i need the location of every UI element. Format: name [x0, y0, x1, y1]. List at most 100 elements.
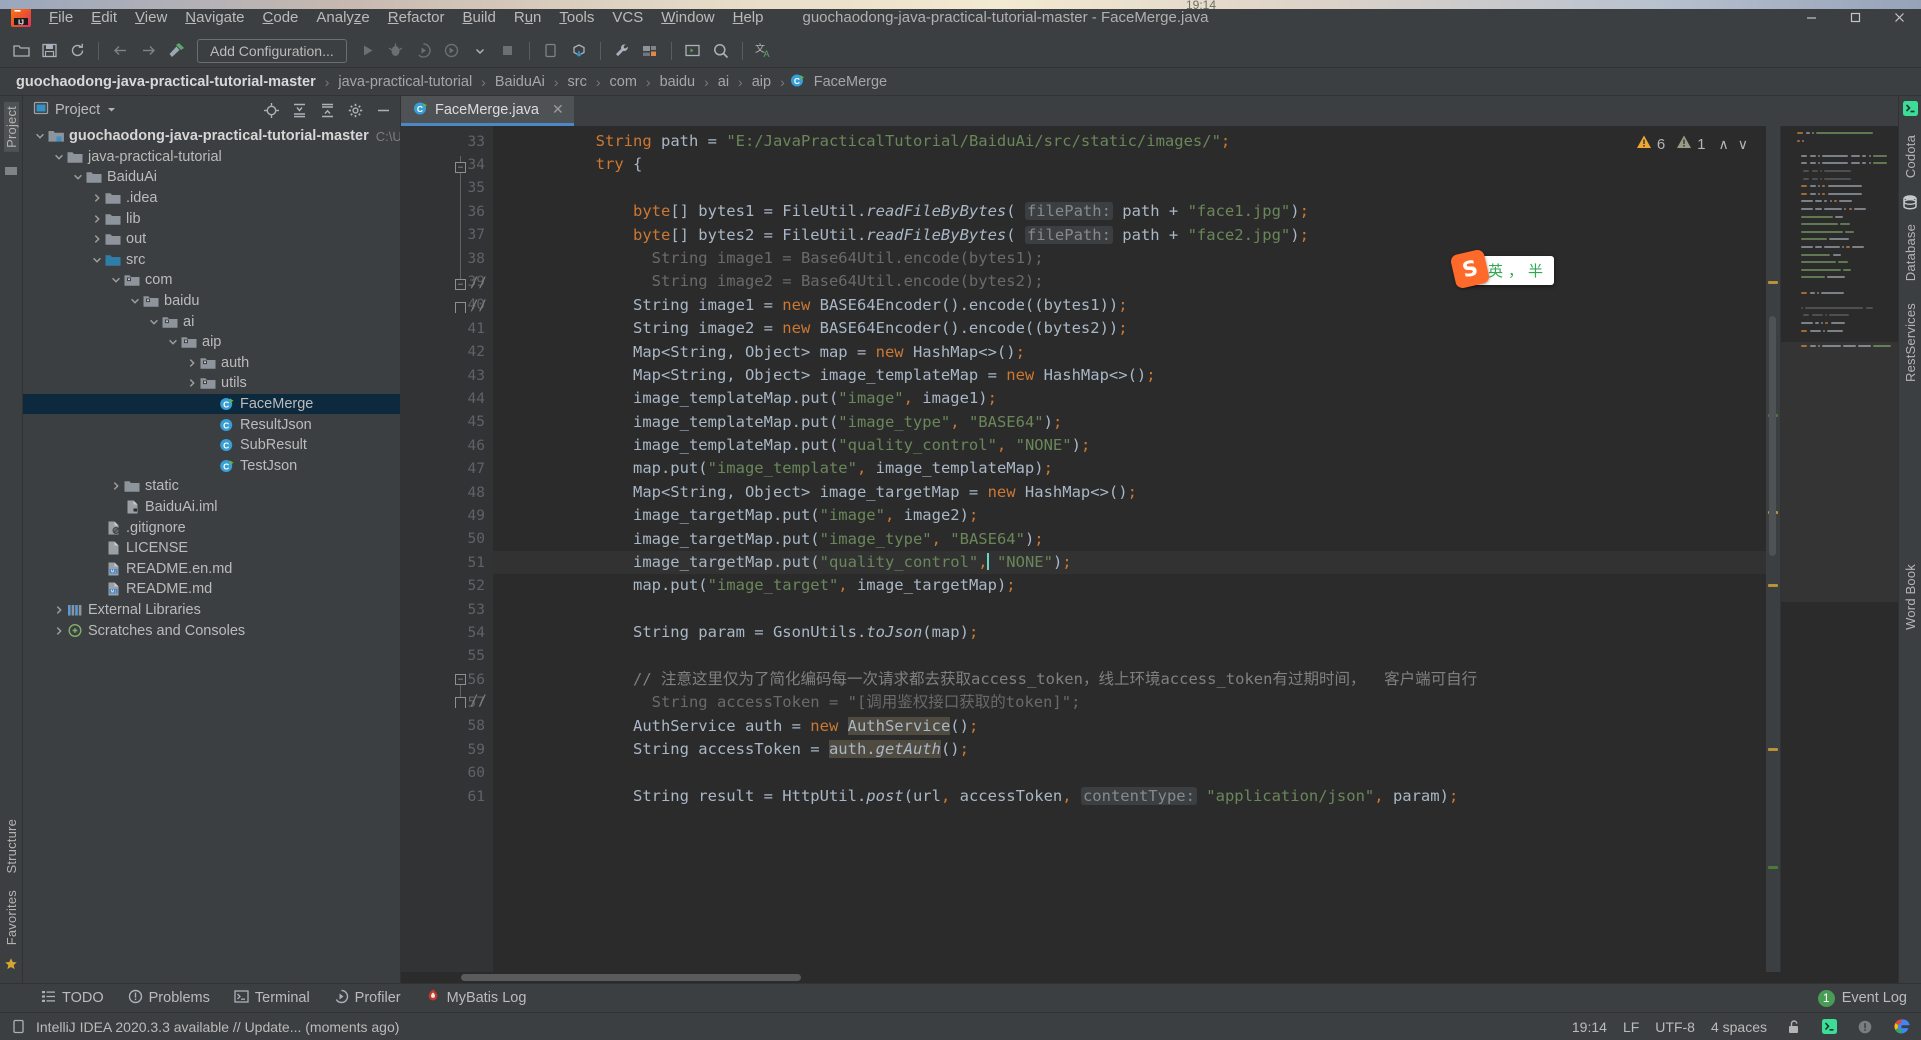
line-number[interactable]: 35: [401, 177, 493, 200]
line-number[interactable]: 41: [401, 317, 493, 340]
code-line[interactable]: image_targetMap.put("image", image2);: [493, 504, 1898, 527]
editor-gutter[interactable]: − − // // − // 33 34 35 36 37 38 39 40 41 42 43 44 4…: [401, 126, 493, 983]
chevron-right-icon[interactable]: [185, 358, 199, 368]
chevron-down-icon[interactable]: [147, 317, 161, 327]
notification-icon[interactable]: [1855, 1017, 1875, 1037]
run-configuration-selector[interactable]: Add Configuration...: [197, 38, 347, 63]
tree-item-readme-en-md[interactable]: M↓ README.en.md: [23, 558, 400, 579]
tree-item-testjson[interactable]: C TestJson: [23, 456, 400, 477]
code-line[interactable]: try {: [493, 153, 1898, 176]
scrollbar-thumb[interactable]: [461, 974, 801, 981]
chevron-right-icon[interactable]: [90, 234, 104, 244]
profile-icon[interactable]: [439, 38, 465, 64]
fold-markers[interactable]: − − // // − //: [455, 130, 487, 983]
stripe-warning-mark[interactable]: [1768, 281, 1778, 284]
line-number[interactable]: 42: [401, 341, 493, 364]
line-number[interactable]: 45: [401, 411, 493, 434]
chevron-down-icon[interactable]: [71, 172, 85, 182]
tree-item-java-practical-tutorial[interactable]: java-practical-tutorial: [23, 147, 400, 168]
tool-window-terminal[interactable]: Terminal: [223, 986, 321, 1011]
file-encoding[interactable]: UTF-8: [1655, 1019, 1695, 1035]
tool-window-problems[interactable]: Problems: [117, 986, 221, 1011]
chevron-right-icon[interactable]: [185, 378, 199, 388]
line-number[interactable]: 49: [401, 504, 493, 527]
google-icon[interactable]: [1891, 1017, 1911, 1037]
line-number[interactable]: 44: [401, 387, 493, 410]
tree-item-auth[interactable]: auth: [23, 353, 400, 374]
debug-icon[interactable]: [383, 38, 409, 64]
code-line[interactable]: String image1 = Base64Util.encode(bytes1…: [493, 247, 1898, 270]
inspection-status[interactable]: 6 1 ∧ ∨: [1636, 134, 1748, 154]
expand-all-icon[interactable]: [288, 99, 310, 121]
code-line[interactable]: [493, 762, 1898, 785]
chevron-right-icon[interactable]: [109, 481, 123, 491]
translate-icon[interactable]: 文A: [751, 38, 777, 64]
line-number[interactable]: 52: [401, 574, 493, 597]
line-number[interactable]: 58: [401, 715, 493, 738]
tree-item-gitignore[interactable]: .gitignore: [23, 517, 400, 538]
code-line[interactable]: Map<String, Object> image_templateMap = …: [493, 364, 1898, 387]
line-separator[interactable]: LF: [1623, 1019, 1639, 1035]
chevron-right-icon[interactable]: [52, 605, 66, 615]
minimap-viewport[interactable]: [1781, 342, 1898, 602]
code-line[interactable]: String image2 = new BASE64Encoder().enco…: [493, 317, 1898, 340]
line-number[interactable]: 54: [401, 621, 493, 644]
tree-item-baiduai-iml[interactable]: BaiduAi.iml: [23, 497, 400, 518]
tree-item-external-libraries[interactable]: External Libraries: [23, 600, 400, 621]
code-line[interactable]: byte[] bytes2 = FileUtil.readFileByBytes…: [493, 224, 1898, 247]
code-line[interactable]: Map<String, Object> image_targetMap = ne…: [493, 481, 1898, 504]
code-line[interactable]: image_templateMap.put("quality_control",…: [493, 434, 1898, 457]
project-tree[interactable]: guochaodong-java-practical-tutorial-mast…: [23, 124, 400, 983]
breadcrumb-item-6[interactable]: ai: [714, 73, 733, 91]
chevron-down-icon[interactable]: [467, 38, 493, 64]
favorites-star-icon[interactable]: [4, 957, 18, 975]
line-number[interactable]: 34: [401, 153, 493, 176]
run-with-coverage-icon[interactable]: [411, 38, 437, 64]
locate-file-icon[interactable]: [260, 99, 282, 121]
chevron-down-icon[interactable]: [33, 131, 47, 141]
chevron-down-icon[interactable]: [106, 102, 117, 119]
code-editor[interactable]: − − // // − // 33 34 35 36 37 38 39 40 41 42 43 44 4…: [401, 126, 1898, 983]
chevron-right-icon[interactable]: [52, 626, 66, 636]
code-line[interactable]: byte[] bytes1 = FileUtil.readFileByBytes…: [493, 200, 1898, 223]
tool-window-profiler[interactable]: Profiler: [323, 986, 412, 1011]
tool-window-todo[interactable]: TODO: [30, 986, 115, 1011]
code-line[interactable]: [493, 177, 1898, 200]
ime-punctuation-mode[interactable]: ，: [1508, 260, 1523, 281]
prev-problem-icon[interactable]: ∧: [1719, 136, 1729, 153]
settings-wrench-icon[interactable]: [609, 38, 635, 64]
open-folder-icon[interactable]: [8, 38, 34, 64]
line-number[interactable]: 37: [401, 224, 493, 247]
stop-icon[interactable]: [495, 38, 521, 64]
chevron-right-icon[interactable]: [90, 193, 104, 203]
terminal-green-icon[interactable]: [1902, 100, 1919, 121]
chevron-down-icon[interactable]: [90, 255, 104, 265]
status-message[interactable]: IntelliJ IDEA 2020.3.3 available // Upda…: [36, 1019, 399, 1035]
tree-item-src[interactable]: src: [23, 250, 400, 271]
chevron-down-icon[interactable]: [128, 296, 142, 306]
collapse-all-icon[interactable]: [316, 99, 338, 121]
breadcrumb-item-3[interactable]: src: [564, 73, 591, 91]
breadcrumb-item-0[interactable]: guochaodong-java-practical-tutorial-mast…: [12, 73, 320, 91]
tree-item-baidu[interactable]: baidu: [23, 291, 400, 312]
code-line[interactable]: [493, 598, 1898, 621]
code-line[interactable]: image_templateMap.put("image", image1);: [493, 387, 1898, 410]
tree-item-idea[interactable]: .idea: [23, 188, 400, 209]
code-line[interactable]: String result = HttpUtil.post(url, acces…: [493, 785, 1898, 808]
code-line[interactable]: image_targetMap.put("image_type", "BASE6…: [493, 528, 1898, 551]
event-log-button[interactable]: 1 Event Log: [1817, 989, 1921, 1007]
tree-item-out[interactable]: out: [23, 229, 400, 250]
code-line[interactable]: map.put("image_template", image_template…: [493, 457, 1898, 480]
stripe-button-codota[interactable]: Codota: [1903, 131, 1918, 182]
fold-marker-56[interactable]: −: [455, 674, 466, 685]
terminal-run-icon[interactable]: [680, 38, 706, 64]
stripe-warning-mark[interactable]: [1768, 584, 1778, 587]
sync-icon[interactable]: [64, 38, 90, 64]
chevron-down-icon[interactable]: [52, 152, 66, 162]
terminal-green-icon[interactable]: [1819, 1017, 1839, 1037]
code-minimap[interactable]: [1780, 126, 1898, 983]
line-number[interactable]: 48: [401, 481, 493, 504]
sogou-ime-status-bar[interactable]: S 英 ， 半: [1449, 248, 1554, 290]
fold-end-marker-39[interactable]: [455, 302, 466, 313]
breadcrumb-item-2[interactable]: BaiduAi: [491, 73, 549, 91]
